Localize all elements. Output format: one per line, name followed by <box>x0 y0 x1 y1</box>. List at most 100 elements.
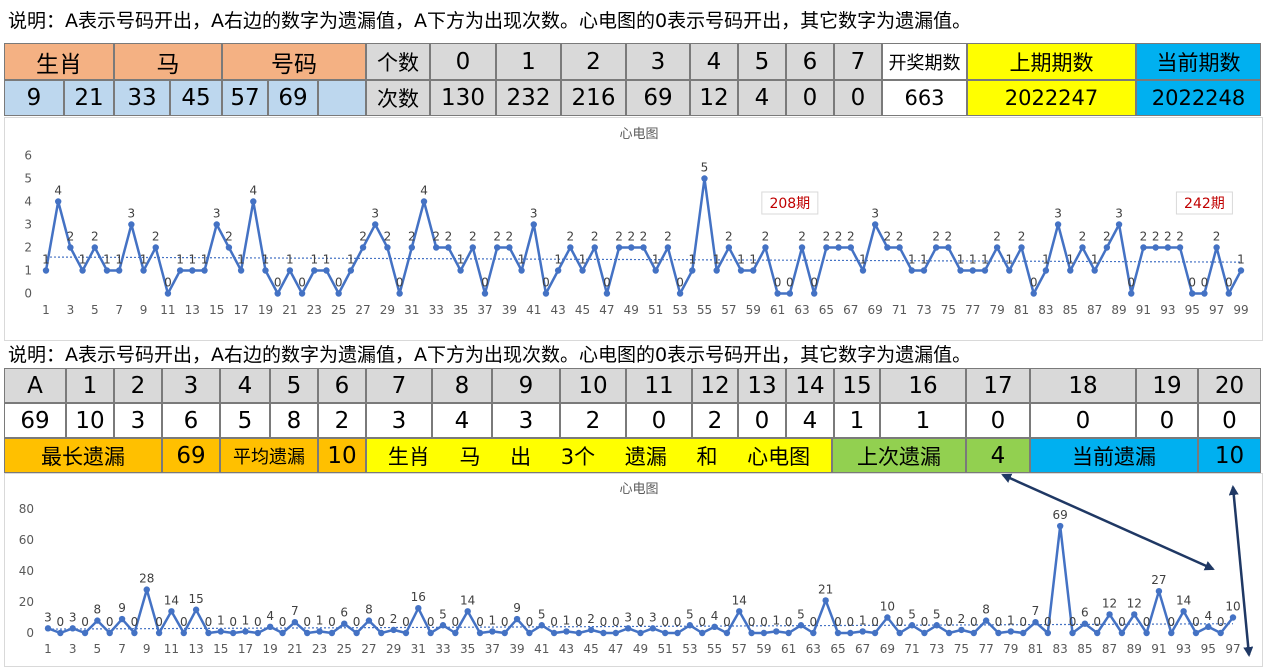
data-point <box>993 244 1001 251</box>
data-point <box>457 267 464 274</box>
x-tick-label: 25 <box>331 303 346 317</box>
x-tick-label: 17 <box>238 642 253 656</box>
data-point <box>1115 221 1123 228</box>
y-tick-label: 0 <box>26 626 34 640</box>
max-omission-value: 69 <box>162 438 220 473</box>
data-label: 27 <box>1151 573 1166 587</box>
data-point <box>316 628 323 635</box>
count-key: 1 <box>496 43 561 80</box>
omission-key: 1 <box>66 368 114 403</box>
data-label: 15 <box>188 592 203 606</box>
x-tick-label: 39 <box>502 303 517 317</box>
data-label: 0 <box>279 615 287 629</box>
prev-period-value: 2022247 <box>967 80 1136 116</box>
banner-text: 生肖 马 出 3个 遗漏 和 心电图 <box>366 438 832 473</box>
data-point <box>1118 629 1126 637</box>
data-point <box>279 629 286 637</box>
data-point <box>567 244 574 251</box>
data-point <box>286 267 294 274</box>
x-tick-label: 55 <box>707 642 722 656</box>
data-label: 1 <box>554 253 562 267</box>
data-point <box>274 290 281 297</box>
banner-word: 心电图 <box>747 444 811 469</box>
y-tick-label: 40 <box>19 564 34 578</box>
data-label: 0 <box>921 615 929 629</box>
data-label: 2 <box>823 230 831 244</box>
header-shengxiao: 生肖 <box>4 43 114 80</box>
data-label: 0 <box>353 615 361 629</box>
data-label: 1 <box>652 253 660 267</box>
data-point <box>995 629 1002 637</box>
x-tick-label: 29 <box>386 642 401 656</box>
current-omission-value: 10 <box>1198 438 1261 473</box>
data-point <box>201 267 208 274</box>
data-point <box>786 290 794 297</box>
data-point <box>328 629 336 637</box>
omission-key: 15 <box>834 368 880 403</box>
data-label: 2 <box>359 230 367 244</box>
x-tick-label: 21 <box>287 642 302 656</box>
data-point <box>920 267 928 274</box>
data-label: 16 <box>411 590 426 604</box>
data-label: 0 <box>676 276 684 290</box>
data-label: 0 <box>298 276 306 290</box>
data-point <box>871 221 879 228</box>
data-label: 0 <box>335 276 343 290</box>
x-tick-label: 27 <box>361 642 376 656</box>
omission-value: 3 <box>492 403 560 438</box>
data-label: 2 <box>1164 230 1172 244</box>
data-point <box>750 267 757 274</box>
data-label: 14 <box>1176 593 1191 607</box>
x-tick-label: 77 <box>965 303 980 317</box>
x-tick-label: 67 <box>855 642 870 656</box>
data-label: 12 <box>1127 596 1142 610</box>
data-label: 1 <box>981 253 989 267</box>
data-label: 1 <box>969 253 977 267</box>
data-point <box>518 267 525 274</box>
data-point <box>118 615 126 623</box>
data-point <box>131 629 138 637</box>
data-label: 0 <box>1225 276 1233 290</box>
data-label: 2 <box>1103 230 1111 244</box>
data-point <box>347 267 355 274</box>
data-point <box>762 244 769 251</box>
data-label: 1 <box>262 253 270 267</box>
data-point <box>785 629 792 637</box>
data-label: 2 <box>762 230 770 244</box>
data-label: 4 <box>54 184 62 198</box>
last-omission-value: 4 <box>966 438 1030 473</box>
data-point <box>79 267 86 274</box>
data-point <box>1205 623 1212 630</box>
x-tick-label: 11 <box>160 303 175 317</box>
data-label: 1 <box>772 613 780 627</box>
omission-value: 1 <box>880 403 966 438</box>
data-point <box>266 623 274 630</box>
x-tick-label: 13 <box>185 303 200 317</box>
data-point <box>689 267 696 274</box>
note-text: 说明：A表示号码开出，A右边的数字为遗漏值，A下方为出现次数。心电图的0表示号码… <box>8 10 972 32</box>
omission-key: 6 <box>318 368 366 403</box>
chart-title: 心电图 <box>619 482 658 497</box>
data-point <box>1091 267 1098 274</box>
data-point <box>579 267 586 274</box>
omission-value: 5 <box>220 403 270 438</box>
data-label: 2 <box>945 230 953 244</box>
data-point <box>1106 611 1113 618</box>
data-point <box>67 244 74 251</box>
data-point <box>115 267 123 274</box>
omission-key: 11 <box>626 368 692 403</box>
data-label: 1 <box>859 253 867 267</box>
data-point <box>489 628 496 635</box>
x-tick-label: 75 <box>954 642 969 656</box>
data-label: 1 <box>713 253 721 267</box>
data-label: 2 <box>384 230 392 244</box>
data-label: 0 <box>603 276 611 290</box>
chart-2-container: 心电图 0 20 40 60 80 1 3 5 7 9 11 13 15 17 19 21 23 25 27 29 31 3… <box>4 473 1263 667</box>
data-label: 0 <box>254 615 262 629</box>
x-tick-label: 53 <box>672 303 687 317</box>
data-label: 8 <box>982 603 990 617</box>
data-label: 4 <box>249 184 257 198</box>
omission-value: 6 <box>162 403 220 438</box>
x-tick-label: 59 <box>746 303 761 317</box>
prev-period-label: 上期期数 <box>967 43 1136 80</box>
